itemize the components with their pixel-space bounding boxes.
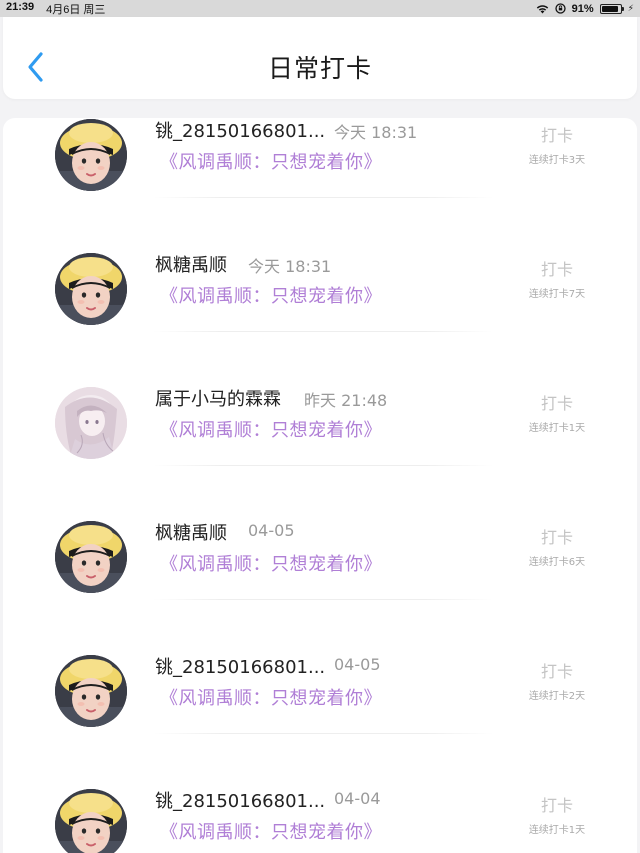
avatar[interactable]: [55, 789, 127, 853]
row-divider: [153, 733, 493, 734]
checkin-time: 04-05: [334, 655, 381, 674]
user-name[interactable]: 枫糖禹顺: [155, 251, 227, 277]
user-name[interactable]: 枫糖禹顺: [155, 519, 227, 545]
user-name[interactable]: 属于小马的霖霖: [155, 385, 281, 411]
row-divider: [153, 465, 493, 466]
checkin-time: 04-04: [334, 789, 381, 808]
battery-percent: 91%: [571, 2, 594, 15]
checkin-row[interactable]: 属于小马的霖霖 昨天 21:48 《风调禹顺：只想宠着你》 打卡连续打卡1天: [3, 357, 637, 491]
checkin-button[interactable]: 打卡: [527, 524, 587, 548]
streak-label: 连续打卡2天: [528, 691, 586, 702]
battery-icon: [599, 3, 624, 14]
work-title-link[interactable]: 《风调禹顺：只想宠着你》: [160, 416, 382, 442]
status-bar: 21:39 4月6日 周三 91% ⚡: [0, 0, 640, 17]
streak-label: 连续打卡6天: [528, 557, 586, 568]
status-time: 21:39: [6, 0, 35, 13]
work-title-link[interactable]: 《风调禹顺：只想宠着你》: [160, 550, 382, 576]
checkin-button[interactable]: 打卡: [527, 792, 587, 816]
user-name[interactable]: 铫_28150166801...: [155, 118, 325, 143]
checkin-button[interactable]: 打卡: [527, 390, 587, 414]
checkin-button[interactable]: 打卡: [527, 658, 587, 682]
streak-label: 连续打卡3天: [528, 155, 586, 166]
avatar[interactable]: [55, 387, 127, 459]
streak-label: 连续打卡1天: [528, 825, 586, 836]
avatar[interactable]: [55, 119, 127, 191]
nav-header: 日常打卡: [3, 17, 637, 99]
checkin-list[interactable]: 铫_28150166801... 今天 18:31 《风调禹顺：只想宠着你》 打卡 连续…: [3, 118, 637, 853]
checkin-row[interactable]: 枫糖禹顺 今天 18:31 《风调禹顺：只想宠着你》 打卡连续打卡7天: [3, 223, 637, 357]
streak-label: 连续打卡7天: [528, 289, 586, 300]
checkin-time: 今天 18:31: [248, 257, 332, 276]
checkin-time: 04-05: [248, 521, 295, 540]
avatar[interactable]: [55, 655, 127, 727]
checkin-row[interactable]: 枫糖禹顺 04-05 《风调禹顺：只想宠着你》 打卡连续打卡6天: [3, 491, 637, 625]
status-date: 4月6日 周三: [46, 3, 106, 16]
checkin-time: 昨天 21:48: [304, 391, 388, 410]
checkin-button[interactable]: 打卡: [527, 256, 587, 280]
row-divider: [153, 331, 493, 332]
page-title: 日常打卡: [267, 54, 372, 83]
user-name[interactable]: 铫_28150166801...: [155, 653, 325, 679]
checkin-row[interactable]: 铫_28150166801... 04-04 《风调禹顺：只想宠着你》 打卡连续打卡1…: [3, 759, 637, 853]
checkin-time: 今天 18:31: [334, 123, 418, 142]
streak-label: 连续打卡1天: [528, 423, 586, 434]
work-title-link[interactable]: 《风调禹顺：只想宠着你》: [160, 818, 382, 844]
checkin-row[interactable]: 铫_28150166801... 今天 18:31 《风调禹顺：只想宠着你》 打卡连续…: [3, 118, 637, 223]
row-divider: [153, 197, 493, 198]
row-divider: [153, 599, 493, 600]
user-name[interactable]: 铫_28150166801...: [155, 787, 325, 813]
charging-icon: ⚡: [627, 3, 634, 13]
checkin-button[interactable]: 打卡: [527, 122, 587, 146]
rotation-lock-icon: [554, 3, 566, 14]
work-title-link[interactable]: 《风调禹顺：只想宠着你》: [160, 148, 382, 174]
avatar[interactable]: [55, 253, 127, 325]
work-title-link[interactable]: 《风调禹顺：只想宠着你》: [160, 282, 382, 308]
avatar[interactable]: [55, 521, 127, 593]
work-title-link[interactable]: 《风调禹顺：只想宠着你》: [160, 684, 382, 710]
checkin-row[interactable]: 铫_28150166801... 04-05 《风调禹顺：只想宠着你》 打卡连续打卡2…: [3, 625, 637, 759]
wifi-icon: [536, 4, 548, 13]
